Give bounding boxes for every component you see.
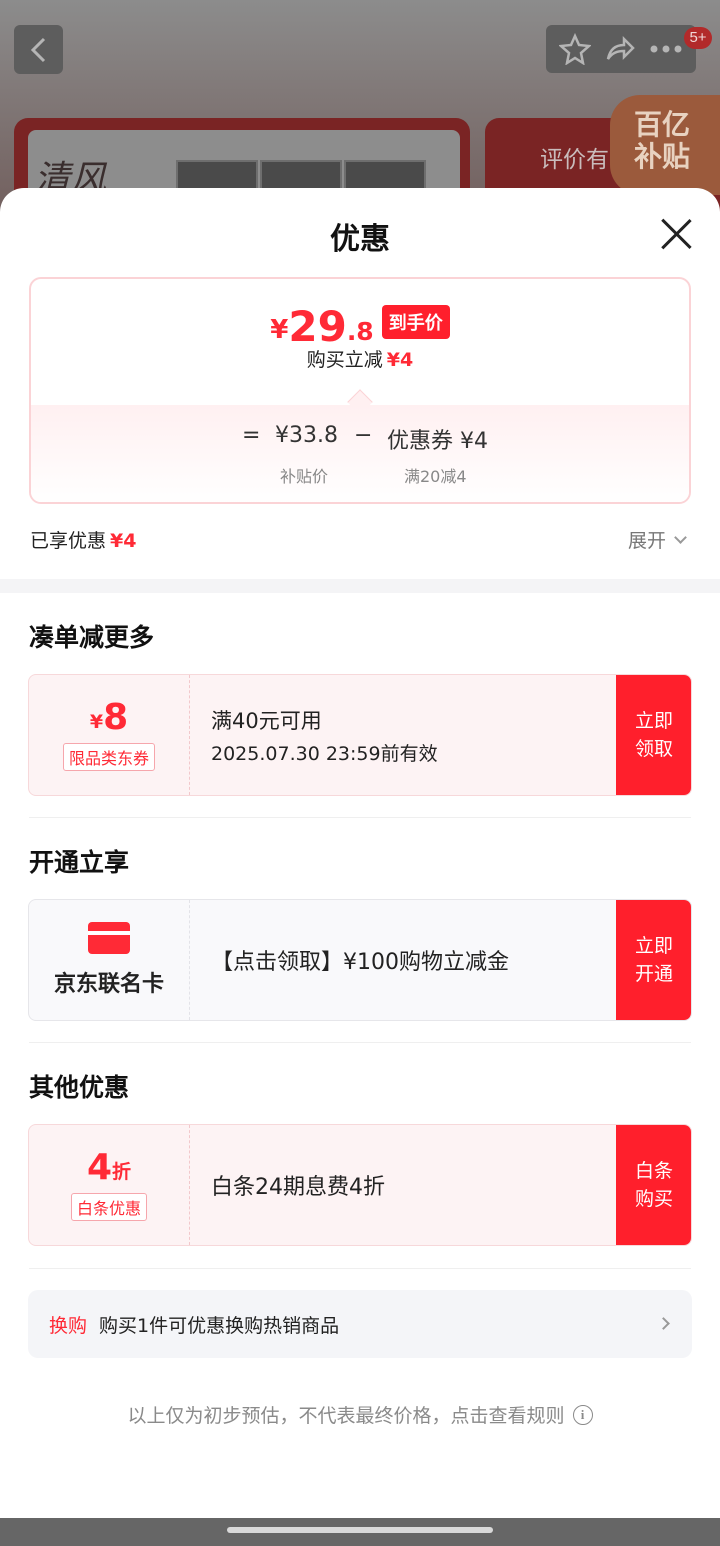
divider	[29, 1268, 691, 1269]
final-price: ¥ 29 .8 到手价	[31, 305, 689, 349]
baitiao-discount-unit: 折	[112, 1161, 132, 1183]
enjoyed-amount: ¥4	[110, 530, 137, 552]
claim-coupon-button[interactable]: 立即 领取	[616, 675, 691, 795]
disclaimer-text: 以上仅为初步预估，不代表最终价格，点击查看规则	[127, 1405, 565, 1427]
equals-sign: =	[242, 423, 261, 448]
cobrand-card-block: 京东联名卡	[29, 900, 190, 1020]
price-decimal: .8	[346, 317, 374, 346]
subsidy-line-2: 补贴	[634, 140, 691, 173]
coupon-amount: 优惠券 ¥4	[387, 429, 488, 454]
coupon-number: 8	[103, 697, 129, 738]
credit-card-icon	[88, 922, 130, 954]
home-indicator[interactable]	[227, 1527, 493, 1533]
baitiao-text: 白条24期息费4折	[211, 1175, 385, 1200]
more-icon[interactable]	[649, 44, 683, 54]
chevron-left-icon	[30, 37, 45, 62]
coupon-value-block: ¥ 8 限品类东券	[29, 675, 190, 795]
message-count-badge: 5+	[684, 27, 712, 49]
subsidy-price-label: 补贴价	[280, 467, 329, 486]
baitiao-discount-number: 4	[86, 1147, 113, 1188]
price-disclaimer[interactable]: 以上仅为初步预估，不代表最终价格，点击查看规则 i	[0, 1401, 720, 1428]
back-button[interactable]	[14, 25, 63, 74]
close-icon[interactable]	[656, 214, 696, 254]
subsidy-line-1: 百亿	[634, 108, 691, 141]
coupon-type-tag: 限品类东券	[62, 743, 155, 771]
coupon-rule: 满20减4	[404, 467, 467, 486]
expand-button[interactable]: 展开	[628, 526, 687, 553]
baitiao-offer: 4 折 白条优惠 白条24期息费4折 白条 购买	[28, 1124, 692, 1246]
price-breakdown: = ¥33.8 − 优惠券 ¥4 补贴价 满20减4	[31, 405, 689, 502]
baitiao-value-block: 4 折 白条优惠	[29, 1125, 190, 1245]
section-title-open: 开通立享	[29, 848, 130, 877]
price-card: ¥ 29 .8 到手价 购买立减 ¥4 = ¥33.8 − 优惠券 ¥4 补贴价 …	[29, 277, 691, 504]
subsidy-price: ¥33.8	[275, 423, 338, 448]
instant-reduction: 购买立减 ¥4	[31, 345, 689, 372]
swap-purchase-row[interactable]: 换购 购买1件可优惠换购热销商品	[28, 1290, 692, 1358]
chevron-down-icon	[674, 530, 687, 544]
discount-sheet: 优惠 ¥ 29 .8 到手价 购买立减 ¥4 = ¥33.8 − 优惠券 ¥4 补…	[0, 188, 720, 1518]
subsidy-badge: 百亿 补贴	[610, 95, 720, 195]
swap-text: 购买1件可优惠换购热销商品	[99, 1314, 340, 1337]
baitiao-buy-button[interactable]: 白条 购买	[616, 1125, 691, 1245]
coupon-value: ¥ 8	[90, 699, 128, 737]
star-icon[interactable]	[558, 33, 591, 65]
enjoyed-label: 已享优惠	[30, 530, 107, 552]
section-title-more: 凑单减更多	[29, 623, 155, 652]
baitiao-tag: 白条优惠	[70, 1193, 147, 1221]
swap-tag: 换购	[49, 1314, 88, 1337]
cobrand-card-text: 【点击领取】¥100购物立减金	[211, 950, 509, 975]
section-title-other: 其他优惠	[29, 1073, 130, 1102]
reduction-amount: ¥4	[386, 349, 414, 371]
final-price-tag: 到手价	[381, 305, 450, 339]
price-integer: 29	[288, 302, 347, 351]
divider	[29, 817, 691, 818]
coupon-currency: ¥	[89, 711, 104, 733]
open-card-button[interactable]: 立即 开通	[616, 900, 691, 1020]
sheet-title: 优惠	[330, 222, 390, 257]
top-actions	[546, 25, 696, 73]
chevron-right-icon	[657, 1317, 670, 1330]
baitiao-discount: 4 折	[87, 1149, 131, 1187]
expand-label: 展开	[628, 530, 667, 552]
minus-sign: −	[354, 423, 373, 448]
reduction-label: 购买立减	[306, 349, 383, 371]
cobrand-card-offer: 京东联名卡 【点击领取】¥100购物立减金 立即 开通	[28, 899, 692, 1021]
divider	[29, 1042, 691, 1043]
cobrand-card-label: 京东联名卡	[53, 972, 164, 997]
review-banner-text: 评价有	[540, 147, 609, 173]
info-icon[interactable]: i	[572, 1404, 593, 1425]
coupon-expiry: 2025.07.30 23:59前有效	[211, 743, 438, 765]
section-separator	[0, 579, 720, 593]
price-currency: ¥	[270, 315, 289, 345]
coupon-condition: 满40元可用	[211, 709, 322, 733]
enjoyed-discount: 已享优惠 ¥4	[30, 526, 136, 553]
coupon-offer: ¥ 8 限品类东券 满40元可用 2025.07.30 23:59前有效 立即领…	[28, 674, 692, 796]
share-icon[interactable]	[604, 33, 636, 65]
